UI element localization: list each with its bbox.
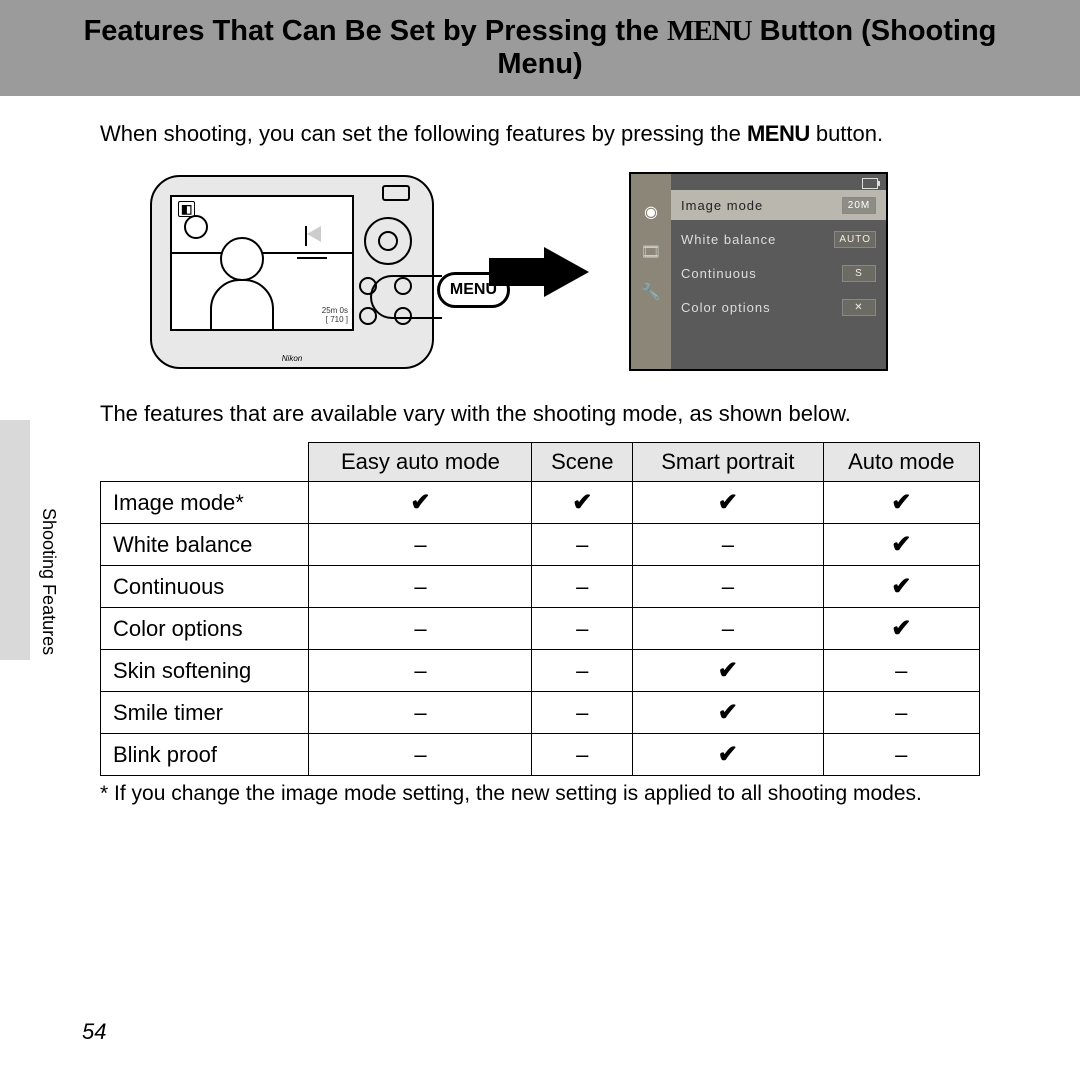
cell: ✔ <box>633 734 823 776</box>
cell: – <box>309 734 532 776</box>
cell: – <box>823 692 979 734</box>
section-side-label: Shooting Features <box>38 508 59 655</box>
menu-item-label: Image mode <box>681 198 763 213</box>
row-label: Image mode* <box>101 482 309 524</box>
menu-item-badge: 20M <box>842 197 876 214</box>
menu-side-tabs: ◉ 🎞 🔧 <box>631 174 671 369</box>
cell: – <box>532 650 633 692</box>
cell: – <box>532 566 633 608</box>
intro-suffix: button. <box>810 121 883 146</box>
col-auto-mode: Auto mode <box>823 443 979 482</box>
camera-tab-icon: ◉ <box>639 202 663 226</box>
cell: ✔ <box>823 524 979 566</box>
camera-dpad <box>364 217 412 265</box>
table-intro: The features that are available vary wit… <box>100 401 980 427</box>
camera-brand: Nikon <box>282 354 302 363</box>
menu-item-badge: ✕ <box>842 299 876 316</box>
col-scene: Scene <box>532 443 633 482</box>
cell: – <box>633 524 823 566</box>
table-row: Skin softening––✔– <box>101 650 980 692</box>
table-row: White balance–––✔ <box>101 524 980 566</box>
cell: – <box>532 524 633 566</box>
cell: – <box>309 608 532 650</box>
row-label: Continuous <box>101 566 309 608</box>
battery-icon <box>862 178 878 189</box>
cell: ✔ <box>633 650 823 692</box>
title-prefix: Features That Can Be Set by Pressing the <box>84 15 667 47</box>
table-row: Smile timer––✔– <box>101 692 980 734</box>
cell: – <box>532 692 633 734</box>
cell: ✔ <box>823 608 979 650</box>
cell: – <box>309 566 532 608</box>
table-row: Image mode*✔✔✔✔ <box>101 482 980 524</box>
cell: ✔ <box>633 692 823 734</box>
feature-availability-table: Easy auto mode Scene Smart portrait Auto… <box>100 442 980 776</box>
shooting-menu-screen: ◉ 🎞 🔧 Image mode 20M White balance AUTO … <box>629 172 888 371</box>
row-label: Blink proof <box>101 734 309 776</box>
page-title: Features That Can Be Set by Pressing the… <box>0 0 1080 96</box>
menu-item-badge: S <box>842 265 876 282</box>
camera-lcd: ◧ 25m 0s[ 710 ] <box>170 195 354 331</box>
row-label: Smile timer <box>101 692 309 734</box>
intro-text: When shooting, you can set the following… <box>100 121 980 147</box>
menu-item-white-balance: White balance AUTO <box>671 224 886 254</box>
col-smart-portrait: Smart portrait <box>633 443 823 482</box>
cell: ✔ <box>633 482 823 524</box>
cell: – <box>309 650 532 692</box>
cell: – <box>633 608 823 650</box>
cell: – <box>309 692 532 734</box>
table-row: Color options–––✔ <box>101 608 980 650</box>
cell: – <box>823 734 979 776</box>
col-easy-auto: Easy auto mode <box>309 443 532 482</box>
table-row: Blink proof––✔– <box>101 734 980 776</box>
menu-item-label: Color options <box>681 300 771 315</box>
table-row: Continuous–––✔ <box>101 566 980 608</box>
camera-illustration: ◧ 25m 0s[ 710 ] Nikon MENU <box>150 175 434 369</box>
menu-item-color-options: Color options ✕ <box>671 292 886 322</box>
menu-item-continuous: Continuous S <box>671 258 886 288</box>
movie-tab-icon: 🎞 <box>639 242 663 266</box>
row-label: Color options <box>101 608 309 650</box>
cell: – <box>532 734 633 776</box>
footnote: * If you change the image mode setting, … <box>100 782 980 806</box>
page-number: 54 <box>82 1019 106 1045</box>
cell: – <box>633 566 823 608</box>
menu-item-image-mode: Image mode 20M <box>671 190 886 220</box>
table-blank-header <box>101 443 309 482</box>
cell: ✔ <box>532 482 633 524</box>
title-menu-word: MENU <box>667 15 752 47</box>
menu-item-badge: AUTO <box>834 231 876 248</box>
diagram-row: ◧ 25m 0s[ 710 ] Nikon MENU ◉ 🎞 🔧 <box>150 172 980 371</box>
row-label: White balance <box>101 524 309 566</box>
row-label: Skin softening <box>101 650 309 692</box>
cell: ✔ <box>823 482 979 524</box>
cell: – <box>532 608 633 650</box>
intro-menu-word: MENU <box>747 121 810 146</box>
camera-mode-icon: ◧ <box>178 201 195 217</box>
cell: – <box>823 650 979 692</box>
menu-item-label: Continuous <box>681 266 757 281</box>
cell: – <box>309 524 532 566</box>
arrow-icon <box>544 247 589 297</box>
cell: ✔ <box>309 482 532 524</box>
cell: ✔ <box>823 566 979 608</box>
intro-prefix: When shooting, you can set the following… <box>100 121 747 146</box>
side-tab <box>0 420 30 660</box>
menu-item-label: White balance <box>681 232 776 247</box>
setup-tab-icon: 🔧 <box>639 282 663 306</box>
